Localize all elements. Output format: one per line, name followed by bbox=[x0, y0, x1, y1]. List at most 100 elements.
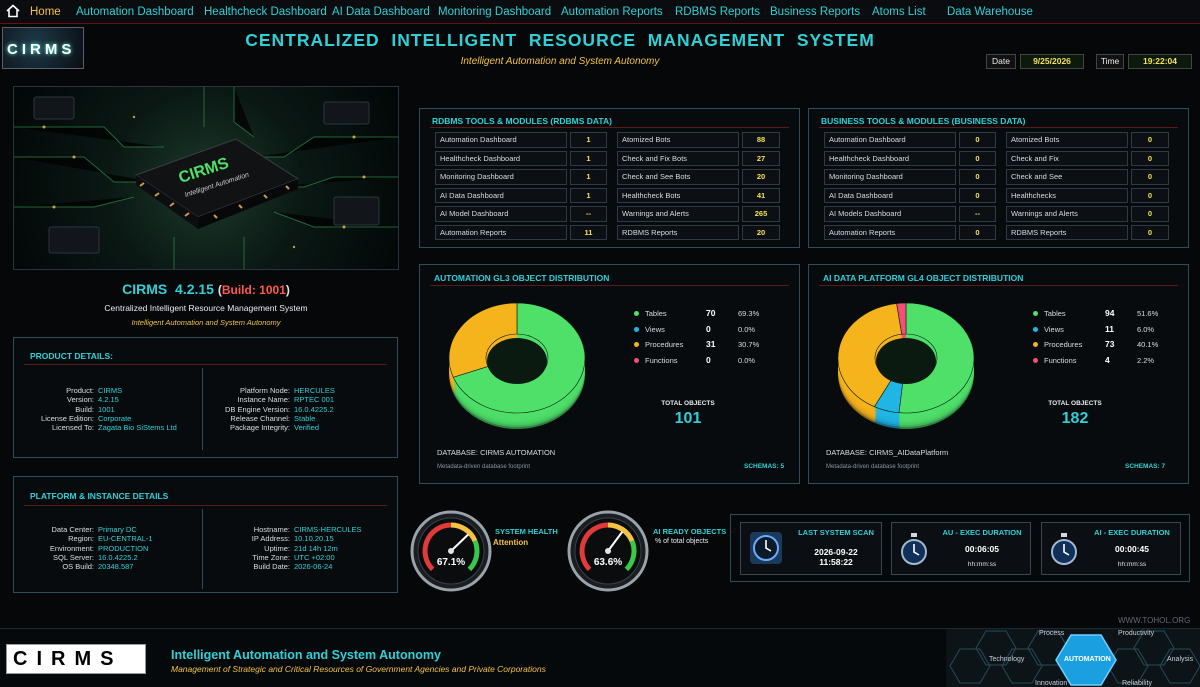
kv-value: UTC +02:00 bbox=[294, 552, 335, 562]
module-count: 0 bbox=[1131, 150, 1169, 166]
stopwatch-icon bbox=[1051, 533, 1077, 565]
module-count: -- bbox=[959, 206, 996, 222]
card-value: 2026-09-22 bbox=[814, 547, 858, 557]
module-label[interactable]: Automation Dashboard bbox=[435, 132, 567, 148]
database-footnote: Metadata-driven database footprint bbox=[437, 464, 531, 470]
nav-rdbms-reports[interactable]: RDBMS Reports bbox=[675, 6, 760, 18]
nav-monitoring-dashboard[interactable]: Monitoring Dashboard bbox=[438, 6, 551, 18]
kv-value: 10.10.20.15 bbox=[294, 534, 334, 544]
kv-row: DB Engine Version: 16.0.4225.2 bbox=[210, 405, 335, 414]
database-name: DATABASE: CIRMS_AIDataPlatform bbox=[826, 448, 949, 457]
divider bbox=[24, 364, 387, 365]
table-gap bbox=[999, 169, 1003, 185]
legend-percent: 6.0% bbox=[1137, 324, 1155, 334]
kv-row: Instance Name: RPTEC 001 bbox=[210, 395, 335, 404]
table-row: AI Model Dashboard -- Warnings and Alerts 2… bbox=[435, 206, 780, 222]
kv-row: Region: EU-CENTRAL-1 bbox=[24, 534, 153, 544]
module-label[interactable]: Automation Reports bbox=[435, 224, 567, 240]
legend-label: Tables bbox=[1044, 309, 1066, 318]
nav-data-warehouse[interactable]: Data Warehouse bbox=[947, 6, 1033, 18]
home-icon[interactable] bbox=[6, 4, 20, 18]
card-value: 00:06:05 bbox=[964, 544, 1000, 554]
module-label[interactable]: AI Data Dashboard bbox=[435, 187, 567, 203]
ai-ready-gauge bbox=[567, 510, 649, 592]
nav-automation-reports[interactable]: Automation Reports bbox=[561, 6, 663, 18]
table-gap bbox=[610, 151, 614, 167]
kv-key: Build Date: bbox=[253, 562, 290, 572]
nav-atoms-list[interactable]: Atoms List bbox=[872, 6, 926, 18]
module-count: 1 bbox=[570, 150, 607, 166]
kv-value: Verified bbox=[294, 423, 320, 433]
kv-row: OS Build: 20348.587 bbox=[24, 562, 153, 571]
kv-value: Corporate bbox=[98, 413, 132, 423]
kv-value: EU-CENTRAL-1 bbox=[98, 534, 153, 544]
legend-label: Views bbox=[645, 324, 665, 334]
automation-distribution-panel: AUTOMATION GL3 OBJECT DISTRIBUTION Table… bbox=[419, 264, 800, 484]
business-tools-table: Automation Dashboard 0 Atomized Bots 0 Heal… bbox=[821, 129, 1172, 243]
hex-label: Analysis bbox=[1167, 656, 1194, 663]
kv-row: Version: 4.2.15 bbox=[24, 395, 177, 404]
module-label[interactable]: Automation Reports bbox=[824, 224, 956, 240]
module-label[interactable]: Atomized Bots bbox=[617, 132, 739, 148]
module-label[interactable]: Automation Dashboard bbox=[824, 132, 956, 148]
divider bbox=[430, 127, 789, 128]
module-label[interactable]: Monitoring Dashboard bbox=[435, 169, 567, 185]
nav-healthcheck-dashboard[interactable]: Healthcheck Dashboard bbox=[204, 6, 327, 18]
module-label[interactable]: Monitoring Dashboard bbox=[824, 169, 956, 185]
build-paren-close: ) bbox=[285, 283, 290, 297]
kv-key: SQL Server: bbox=[53, 552, 94, 562]
gauge-hub bbox=[605, 548, 611, 554]
module-label[interactable]: Check and Fix Bots bbox=[617, 150, 739, 166]
module-label[interactable]: AI Data Dashboard bbox=[824, 187, 956, 203]
kv-key: Data Center: bbox=[51, 525, 94, 534]
module-label[interactable]: Healthcheck Dashboard bbox=[824, 150, 956, 166]
kv-key: Build: bbox=[75, 404, 94, 414]
kv-value: Primary DC bbox=[98, 525, 137, 534]
module-count: 20 bbox=[742, 224, 780, 240]
stopwatch-icon bbox=[901, 533, 927, 565]
module-label[interactable]: AI Models Dashboard bbox=[824, 206, 956, 222]
nav-business-reports[interactable]: Business Reports bbox=[770, 6, 860, 18]
module-label[interactable]: RDBMS Reports bbox=[617, 224, 739, 240]
legend-swatch bbox=[1033, 357, 1038, 363]
nav-ai-data-dashboard[interactable]: AI Data Dashboard bbox=[332, 6, 430, 18]
module-label[interactable]: RDBMS Reports bbox=[1006, 224, 1128, 240]
kv-row: SQL Server: 16.0.4225.2 bbox=[24, 553, 153, 562]
kv-row: Build Date: 2026-06-24 bbox=[210, 562, 362, 571]
legend-label: Procedures bbox=[1044, 340, 1083, 349]
table-gap bbox=[999, 188, 1003, 204]
kv-row: Uptime: 21d 14h 12m bbox=[210, 544, 362, 553]
nav-home[interactable]: Home bbox=[30, 6, 61, 18]
module-count: 88 bbox=[742, 132, 780, 148]
module-label[interactable]: Warnings and Alerts bbox=[617, 206, 739, 222]
gauge-status: % of total objects bbox=[655, 538, 709, 545]
time-label: Time bbox=[1096, 54, 1124, 69]
watermark: WWW.TOHOL.ORG bbox=[1118, 616, 1191, 625]
legend-count: 4 bbox=[1105, 354, 1110, 365]
module-count: -- bbox=[570, 206, 607, 222]
ai-exec-duration-card: AI - EXEC DURATION 00:00:45 hh:mm:ss bbox=[1041, 522, 1181, 575]
nav-automation-dashboard[interactable]: Automation Dashboard bbox=[76, 6, 194, 18]
module-label[interactable]: Healthcheck Dashboard bbox=[435, 150, 567, 166]
module-label[interactable]: AI Model Dashboard bbox=[435, 206, 567, 222]
module-label[interactable]: Atomized Bots bbox=[1006, 132, 1128, 148]
total-objects-label: TOTAL OBJECTS bbox=[661, 400, 715, 407]
kv-value: 21d 14h 12m bbox=[294, 543, 338, 553]
kv-value: 20348.587 bbox=[98, 562, 134, 572]
rdbms-tools-panel: RDBMS TOOLS & MODULES (RDBMS DATA) Autom… bbox=[419, 108, 800, 248]
total-objects-value: 101 bbox=[674, 410, 702, 427]
business-tools-title: BUSINESS TOOLS & MODULES (BUSINESS DATA) bbox=[821, 116, 1026, 126]
date-value: 9/25/2026 bbox=[1020, 54, 1084, 69]
module-label[interactable]: Check and Fix bbox=[1006, 150, 1128, 166]
kv-row: Hostname: CIRMS-HERCULES bbox=[210, 525, 362, 534]
card-title: AU - EXEC DURATION bbox=[942, 528, 1022, 537]
module-label[interactable]: Healthcheck Bots bbox=[617, 187, 739, 203]
module-count: 1 bbox=[570, 187, 607, 203]
module-label[interactable]: Warnings and Alerts bbox=[1006, 206, 1128, 222]
module-label[interactable]: Check and See bbox=[1006, 169, 1128, 185]
product-details-left: Product: CIRMS Version: 4.2.15 Build: 1001 … bbox=[24, 386, 177, 432]
module-label[interactable]: Healthchecks bbox=[1006, 187, 1128, 203]
table-row: Automation Reports 0 RDBMS Reports 0 bbox=[824, 224, 1169, 240]
module-label[interactable]: Check and See Bots bbox=[617, 169, 739, 185]
legend-count: 31 bbox=[706, 339, 716, 349]
